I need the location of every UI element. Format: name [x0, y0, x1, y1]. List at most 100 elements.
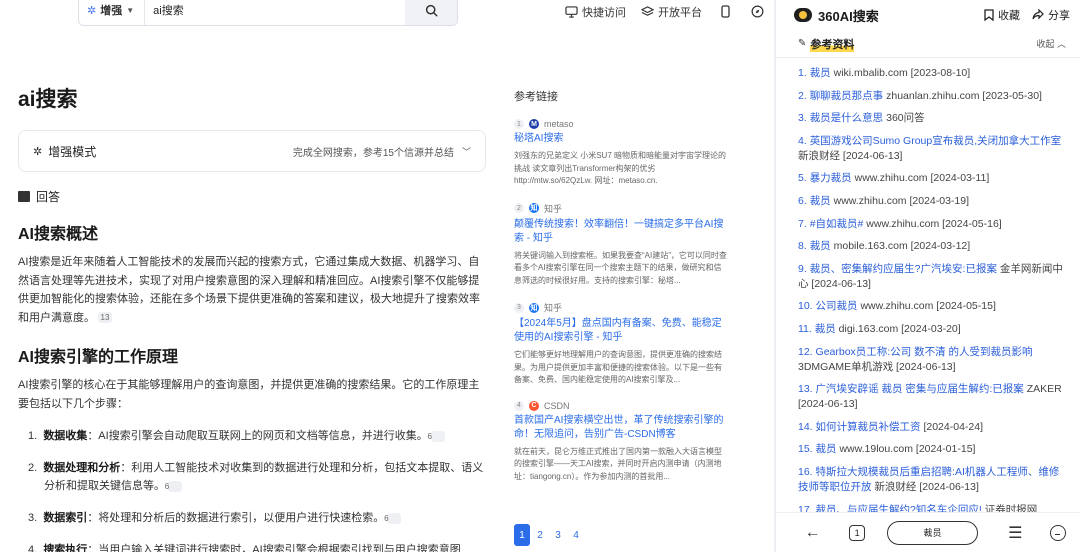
reference-list-item[interactable]: 10. 公司裁员 www.zhihu.com [2024-05-15]	[798, 299, 1068, 314]
item-title: 英国游戏公司Sumo Group宣布裁员,关闭加拿大工作室	[809, 134, 1062, 147]
collapse-label: 收起	[1036, 39, 1055, 49]
reference-list-item[interactable]: 16. 特斯拉大规模裁员后重启招聘:AI机器人工程师、维修技师等职位开放 新浪财…	[798, 465, 1068, 495]
step-number: 1.	[28, 430, 38, 442]
share-button[interactable]: 分享	[1032, 7, 1070, 23]
page-button[interactable]: 2	[532, 524, 548, 546]
reference-list-item[interactable]: 8. 裁员 mobile.163.com [2024-03-12]	[798, 239, 1068, 254]
step-text: ：当用户输入关键词进行搜索时，AI搜索引擎会根据索引找到与用户搜索意图	[87, 544, 461, 552]
collapse-button[interactable]: 收起 ︿	[1036, 37, 1066, 50]
reference-link[interactable]: 首款国产AI搜索横空出世，革了传统搜索引擎的命！无限追问，告别广告-CSDN博客	[514, 414, 728, 442]
reference-link[interactable]: 秘塔AI搜索	[514, 132, 728, 146]
search-mode-select[interactable]: ✲ 增强 ▼	[79, 0, 146, 25]
share-icon	[1032, 9, 1044, 20]
chevron-down-icon: ﹀	[461, 146, 471, 157]
reference-list-item[interactable]: 4. 英国游戏公司Sumo Group宣布裁员,关闭加拿大工作室 新浪财经 [2…	[798, 134, 1068, 164]
reference-item: 4 C CSDN 首款国产AI搜索横空出世，革了传统搜索引擎的命！无限追问，告别广告-…	[514, 400, 728, 484]
quick-access-label: 快捷访问	[582, 7, 626, 19]
back-arrow-icon[interactable]: ←	[802, 524, 823, 542]
reference-links: 参考链接 1 Mmetaso 秘塔AI搜索刘强东的兄弟定义 小米SU7 暗物质和暗能…	[514, 88, 728, 497]
source-name: 知乎	[544, 303, 563, 313]
citation-badge[interactable]: 6	[384, 512, 402, 524]
page-button[interactable]: 1	[514, 524, 530, 546]
reference-number: 2	[514, 203, 524, 213]
pin-icon: ✎	[798, 38, 807, 49]
reference-list-item[interactable]: 7. #自如裁员# www.zhihu.com [2024-05-16]	[798, 217, 1068, 232]
search-button[interactable]	[405, 0, 457, 25]
mobile-icon[interactable]	[718, 4, 732, 18]
item-meta: www.19lou.com [2024-01-15]	[839, 443, 976, 456]
reference-list-item[interactable]: 9. 裁员、密集解约应届生?广汽埃安:已报案 金羊网新闻中心 [2024-06-…	[798, 262, 1068, 292]
item-title: 广汽埃安辟谣 裁员 密集与应届生解约:已报案	[815, 383, 1024, 396]
page-button[interactable]: 3	[550, 524, 566, 546]
item-title: 裁员	[814, 322, 836, 335]
reference-snippet: 就在前天，昆仑万维正式推出了国内第一款融入大语言模型的搜索引擎——天工AI搜索，…	[514, 446, 722, 481]
reference-number: 4	[514, 400, 524, 411]
reference-list-item[interactable]: 5. 暴力裁员 www.zhihu.com [2024-03-11]	[798, 171, 1068, 186]
answer-heading: 回答	[18, 188, 60, 205]
menu-icon[interactable]: ☰	[1008, 523, 1022, 543]
reference-link[interactable]: 颠覆传统搜索！效率翻倍！一键搞定多平台AI搜索 - 知乎	[514, 218, 728, 246]
item-number: 14.	[798, 420, 813, 433]
bottom-search-button[interactable]: 裁员	[886, 520, 979, 545]
item-number: 13.	[798, 383, 813, 396]
bookmark-button[interactable]: 收藏	[984, 7, 1020, 23]
item-meta: www.zhihu.com [2024-03-19]	[833, 194, 970, 207]
mode-card-label: 增强模式	[48, 144, 97, 159]
reference-list-item[interactable]: 13. 广汽埃安辟谣 裁员 密集与应届生解约:已报案 ZAKER [2024-0…	[798, 382, 1068, 412]
message-icon	[18, 191, 30, 202]
reference-list-item[interactable]: 14. 如何计算裁员补偿工资 [2024-04-24]	[798, 420, 1068, 435]
compass-icon[interactable]	[750, 4, 764, 18]
references-bar: ✎ 参考资料 收起 ︿	[776, 30, 1080, 58]
reference-list-item[interactable]: 2. 聊聊裁员那点事 zhuanlan.zhihu.com [2023-05-3…	[798, 89, 1068, 104]
list-item: 3. 数据索引：将处理和分析后的数据进行索引，以便用户进行快速检索。6	[18, 509, 490, 527]
source-name: 知乎	[544, 203, 563, 214]
reference-link[interactable]: 【2024年5月】盘点国内有备案、免费、能稳定使用的AI搜索引擎 - 知乎	[514, 317, 728, 345]
reference-list-item[interactable]: 12. Gearbox员工称:公司 数不清 的人受到裁员影响 3DMGAME单机…	[798, 345, 1068, 375]
tabs-button[interactable]: 1	[849, 524, 865, 541]
reference-list: 1. 裁员 wiki.mbalib.com [2023-08-10] 2. 聊聊裁…	[798, 66, 1068, 540]
page-title: ai搜索	[18, 88, 78, 111]
item-meta: www.zhihu.com [2024-05-15]	[860, 300, 996, 313]
reference-list-item[interactable]: 6. 裁员 www.zhihu.com [2024-03-19]	[798, 194, 1068, 209]
step-title: 数据处理和分析	[43, 462, 121, 474]
side-panel-header: 360AI搜索 收藏 分享	[776, 0, 1080, 30]
item-number: 10.	[798, 300, 813, 313]
citation-badge[interactable]: 13	[98, 312, 112, 324]
enhance-icon: ✲	[33, 145, 43, 158]
reference-list-item[interactable]: 1. 裁员 wiki.mbalib.com [2023-08-10]	[798, 66, 1068, 81]
source-logo-icon: 知	[529, 203, 539, 213]
item-number: 11.	[798, 322, 812, 335]
source-name: metaso	[544, 119, 574, 129]
search-input[interactable]	[145, 0, 405, 25]
reference-list-item[interactable]: 3. 裁员是什么意思 360问答	[798, 111, 1068, 126]
item-title: 裁员	[809, 240, 831, 253]
reference-number: 1	[514, 119, 524, 129]
item-meta: [2024-04-24]	[923, 420, 983, 433]
source-name: CSDN	[544, 400, 570, 411]
reference-snippet: 刘强东的兄弟定义 小米SU7 暗物质和暗能量对宇宙学理论的挑战 读文章列出Tra…	[514, 151, 727, 185]
main-pane: ✲ 增强 ▼ 快捷访问 开放平台 ai搜索 ✲ 增强模式 完成全网搜索，参考1	[0, 0, 774, 552]
reference-list-item[interactable]: 11. 裁员 digi.163.com [2024-03-20]	[798, 322, 1068, 337]
item-title: 裁员	[809, 194, 831, 207]
step-text: ：将处理和分析后的数据进行索引，以便用户进行快速检索。	[87, 512, 385, 524]
search-mode-label: 增强	[100, 5, 123, 17]
enhanced-mode-card[interactable]: ✲ 增强模式 完成全网搜索，参考15个信源并总结 ﹀	[18, 130, 486, 172]
bookmark-icon	[984, 9, 994, 21]
reference-links-title: 参考链接	[514, 91, 558, 103]
item-meta: mobile.163.com [2024-03-12]	[833, 240, 971, 253]
citation-badge[interactable]: 6	[165, 480, 182, 492]
page-button[interactable]: 4	[568, 524, 584, 546]
reference-snippet: 将关键词输入到搜索框。如果我要查“AI建站”，它可以同时查看多个AI搜索引擎在同…	[514, 250, 727, 285]
open-platform-label: 开放平台	[658, 7, 702, 19]
chat-icon[interactable]	[1050, 524, 1067, 541]
open-platform-link[interactable]: 开放平台	[641, 4, 702, 20]
item-title: 公司裁员	[815, 300, 858, 313]
item-title: Gearbox员工称:公司 数不清 的人受到裁员影响	[815, 345, 1033, 358]
citation-badge[interactable]: 6	[427, 430, 445, 442]
chevron-down-icon: ▼	[126, 5, 135, 15]
quick-access-link[interactable]: 快捷访问	[565, 4, 626, 20]
reference-list-item[interactable]: 15. 裁员 www.19lou.com [2024-01-15]	[798, 442, 1068, 457]
step-title: 数据索引	[43, 512, 88, 524]
source-logo-icon: M	[529, 119, 539, 129]
item-meta: 新浪财经 [2024-06-13]	[874, 480, 979, 493]
